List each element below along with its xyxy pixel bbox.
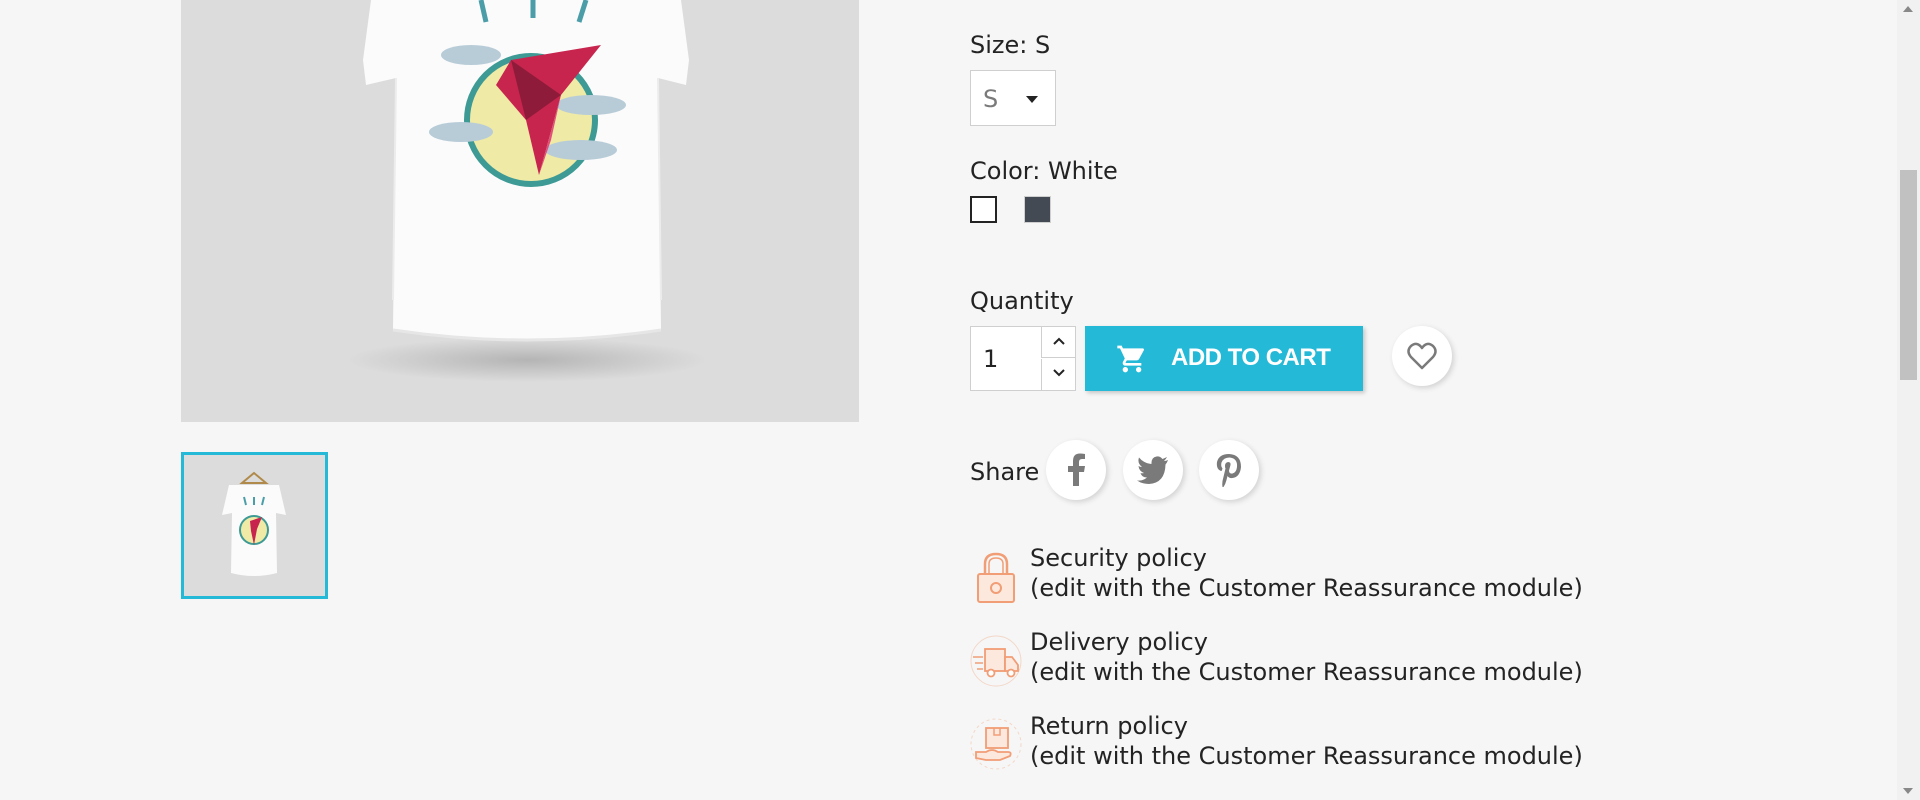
delivery-policy-title: Delivery policy — [1030, 628, 1208, 656]
return-policy-title: Return policy — [1030, 712, 1188, 740]
page-scrollbar[interactable] — [1897, 0, 1920, 800]
add-to-cart-label: ADD TO CART — [1171, 344, 1331, 371]
scroll-up-arrow-icon[interactable] — [1903, 6, 1913, 12]
delivery-policy-text: Delivery policy (edit with the Customer … — [1030, 627, 1583, 687]
quantity-increase-button[interactable] — [1041, 327, 1076, 358]
security-policy-text: Security policy (edit with the Customer … — [1030, 543, 1583, 603]
pinterest-icon — [1216, 454, 1241, 487]
delivery-truck-icon — [970, 635, 1022, 691]
twitter-share-button[interactable] — [1123, 440, 1183, 500]
quantity-decrease-button[interactable] — [1041, 359, 1076, 390]
pinterest-share-button[interactable] — [1199, 440, 1259, 500]
share-label: Share — [970, 458, 1040, 486]
color-label: Color: White — [970, 157, 1118, 185]
color-swatch-black[interactable] — [1024, 196, 1051, 223]
quantity-label: Quantity — [970, 287, 1074, 315]
size-select-value: S — [983, 85, 999, 113]
quantity-input[interactable]: 1 — [983, 345, 998, 373]
scrollbar-thumb[interactable] — [1900, 170, 1917, 380]
return-package-icon — [970, 718, 1022, 774]
delivery-policy-subtitle: (edit with the Customer Reassurance modu… — [1030, 658, 1583, 686]
heart-icon — [1407, 342, 1437, 370]
chevron-down-icon — [1026, 96, 1038, 103]
chevron-up-icon — [1053, 337, 1065, 345]
security-policy-title: Security policy — [1030, 544, 1207, 572]
product-thumbnail[interactable] — [181, 452, 328, 599]
facebook-icon — [1068, 453, 1085, 486]
color-swatch-white[interactable] — [970, 196, 997, 223]
chevron-down-icon — [1053, 369, 1065, 377]
wishlist-button[interactable] — [1392, 326, 1452, 386]
shopping-cart-icon — [1117, 345, 1145, 373]
size-select[interactable]: S — [970, 70, 1056, 126]
size-label: Size: S — [970, 31, 1051, 59]
scroll-down-arrow-icon[interactable] — [1903, 788, 1913, 794]
add-to-cart-button[interactable]: ADD TO CART — [1085, 326, 1363, 391]
facebook-share-button[interactable] — [1046, 440, 1106, 500]
twitter-icon — [1137, 456, 1168, 484]
return-policy-text: Return policy (edit with the Customer Re… — [1030, 711, 1583, 771]
lock-icon — [972, 550, 1020, 606]
product-main-image[interactable] — [181, 0, 859, 422]
return-policy-subtitle: (edit with the Customer Reassurance modu… — [1030, 742, 1583, 770]
security-policy-subtitle: (edit with the Customer Reassurance modu… — [1030, 574, 1583, 602]
quantity-stepper[interactable]: 1 — [970, 326, 1076, 391]
